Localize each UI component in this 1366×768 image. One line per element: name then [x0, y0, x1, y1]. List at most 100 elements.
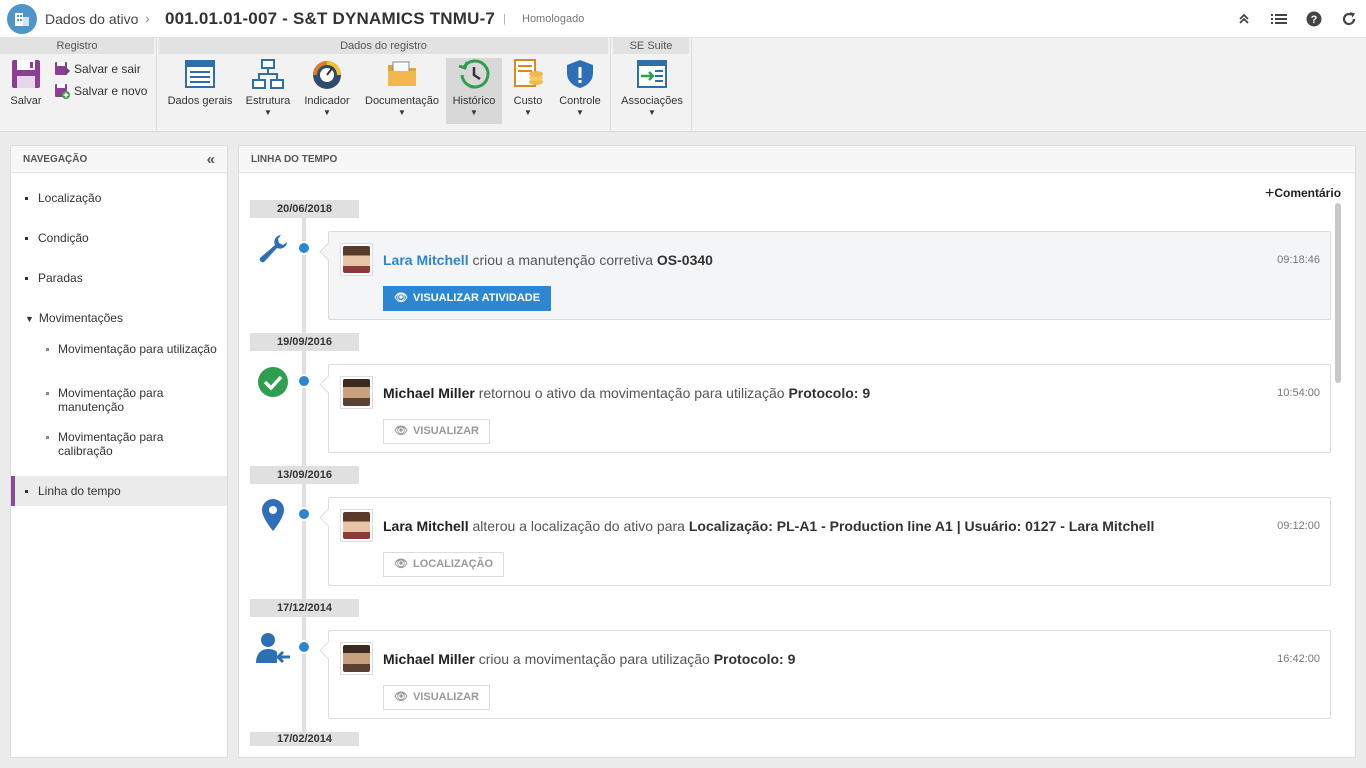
nav-item-movimentacoes[interactable]: ▼ Movimentações	[25, 311, 241, 325]
cost-button[interactable]: Custo ▼	[505, 58, 551, 124]
title-divider: |	[503, 13, 506, 25]
gauge-icon	[313, 61, 341, 89]
user-arrow-icon	[255, 630, 291, 666]
associations-icon	[637, 60, 667, 88]
collapse-up-icon[interactable]	[1234, 9, 1253, 28]
timestamp: 09:12:00	[1277, 520, 1320, 532]
bullet-icon	[25, 277, 28, 281]
avatar	[340, 243, 373, 276]
avatar	[340, 642, 373, 675]
view-button[interactable]: 👁 VISUALIZAR	[383, 685, 490, 710]
bullet-icon	[46, 348, 49, 351]
dropdown-caret-icon: ▼	[576, 108, 584, 117]
structure-button[interactable]: Estrutura ▼	[241, 58, 295, 124]
dropdown-caret-icon: ▼	[398, 108, 406, 117]
dropdown-caret-icon: ▼	[470, 108, 478, 117]
nav-subitem-utilizacao[interactable]: Movimentação para utilização	[46, 342, 218, 356]
view-button[interactable]: 👁 VISUALIZAR	[383, 419, 490, 444]
date-tag: 19/09/2016	[250, 333, 359, 351]
timeline-dot	[297, 507, 311, 521]
floppy-disk-icon	[12, 60, 40, 88]
dropdown-caret-icon: ▼	[323, 108, 331, 117]
user-name[interactable]: Michael Miller	[383, 651, 475, 667]
ribbon-group-dados-registro: Dados do registro Dados gerais Estrutura…	[159, 38, 611, 132]
view-activity-button[interactable]: 👁 VISUALIZAR ATIVIDADE	[383, 286, 552, 311]
date-tag: 17/02/2014	[250, 732, 359, 746]
dropdown-caret-icon: ▼	[524, 108, 532, 117]
save-and-new-button[interactable]: Salvar e novo	[54, 83, 147, 99]
timeline-card: Lara Mitchell alterou a localização do a…	[328, 497, 1331, 586]
date-tag: 20/06/2018	[250, 200, 359, 218]
help-icon[interactable]: ?	[1304, 9, 1323, 28]
general-data-button[interactable]: Dados gerais	[163, 58, 237, 124]
refresh-icon[interactable]	[1339, 9, 1358, 28]
timestamp: 09:18:46	[1277, 254, 1320, 266]
bullet-icon	[46, 436, 49, 439]
timeline-dot	[297, 241, 311, 255]
dropdown-caret-icon: ▼	[648, 108, 656, 117]
nav-subitem-calibracao[interactable]: Movimentação para calibração	[46, 430, 218, 458]
navigation-panel: NAVEGAÇÃO « Localização Condição Paradas…	[10, 145, 228, 758]
bullet-icon	[25, 490, 28, 494]
nav-subitem-manutencao[interactable]: Movimentação para manutenção	[46, 386, 218, 414]
documentation-button[interactable]: Documentação ▼	[361, 58, 443, 124]
form-icon	[185, 60, 215, 88]
timeline-card: Lara Mitchell criou a manutenção correti…	[328, 231, 1331, 320]
save-button[interactable]: Salvar	[4, 58, 48, 124]
breadcrumb[interactable]: Dados do ativo	[45, 11, 138, 27]
user-name[interactable]: Lara Mitchell	[383, 518, 469, 534]
timeline-header: LINHA DO TEMPO	[239, 146, 1355, 173]
nav-item-paradas[interactable]: Paradas	[25, 271, 241, 285]
save-and-exit-button[interactable]: Salvar e sair	[54, 61, 141, 77]
timeline-dot	[297, 374, 311, 388]
top-actions: ?	[1234, 9, 1358, 28]
user-link[interactable]: Lara Mitchell	[383, 252, 469, 268]
ribbon-group-title: Registro	[0, 38, 156, 54]
ribbon-group-se-suite: SE Suite Associações ▼	[613, 38, 692, 132]
shield-alert-icon	[567, 60, 593, 88]
check-circle-icon	[255, 364, 291, 400]
user-name[interactable]: Michael Miller	[383, 385, 475, 401]
eye-icon: 👁	[394, 691, 408, 703]
map-pin-icon	[255, 497, 291, 533]
indicator-button[interactable]: Indicador ▼	[299, 58, 355, 124]
asset-building-icon	[7, 4, 37, 34]
nav-item-localizacao[interactable]: Localização	[25, 191, 241, 205]
plus-icon: +	[1265, 185, 1275, 202]
status-label: Homologado	[522, 13, 585, 25]
cost-sheet-icon	[514, 59, 543, 87]
bullet-icon	[25, 197, 28, 201]
eye-icon: 👁	[394, 558, 408, 570]
timestamp: 10:54:00	[1277, 387, 1320, 399]
add-comment-button[interactable]: +Comentário	[1265, 184, 1341, 202]
nav-item-condicao[interactable]: Condição	[25, 231, 241, 245]
history-button[interactable]: Histórico ▼	[446, 58, 502, 124]
ribbon-group-title: SE Suite	[613, 38, 691, 54]
bullet-icon	[46, 392, 49, 395]
nav-item-linha-do-tempo[interactable]: Linha do tempo	[11, 476, 227, 506]
wrench-icon	[255, 231, 291, 267]
timeline-card: Michael Miller criou a movimentação para…	[328, 630, 1331, 719]
date-tag: 17/12/2014	[250, 599, 359, 617]
date-tag: 13/09/2016	[250, 466, 359, 484]
associations-button[interactable]: Associações ▼	[617, 58, 687, 124]
avatar	[340, 509, 373, 542]
page-title: 001.01.01-007 - S&T DYNAMICS TNMU-7	[165, 9, 496, 28]
hierarchy-icon	[252, 59, 284, 89]
eye-icon: 👁	[394, 425, 408, 437]
top-bar: Dados do ativo › 001.01.01-007 - S&T DYN…	[0, 0, 1366, 38]
list-icon[interactable]	[1269, 9, 1288, 28]
location-button[interactable]: 👁 LOCALIZAÇÃO	[383, 552, 505, 577]
eye-icon: 👁	[394, 292, 408, 304]
svg-text:?: ?	[1310, 14, 1317, 26]
history-clock-icon	[458, 59, 490, 89]
scrollbar[interactable]	[1335, 203, 1341, 383]
breadcrumb-separator: ›	[145, 10, 150, 26]
save-new-icon	[55, 84, 70, 99]
collapse-panel-icon[interactable]: «	[207, 146, 215, 173]
expand-caret-icon: ▼	[25, 314, 34, 324]
control-button[interactable]: Controle ▼	[555, 58, 605, 124]
bullet-icon	[25, 237, 28, 241]
timestamp: 16:42:00	[1277, 653, 1320, 665]
avatar	[340, 376, 373, 409]
